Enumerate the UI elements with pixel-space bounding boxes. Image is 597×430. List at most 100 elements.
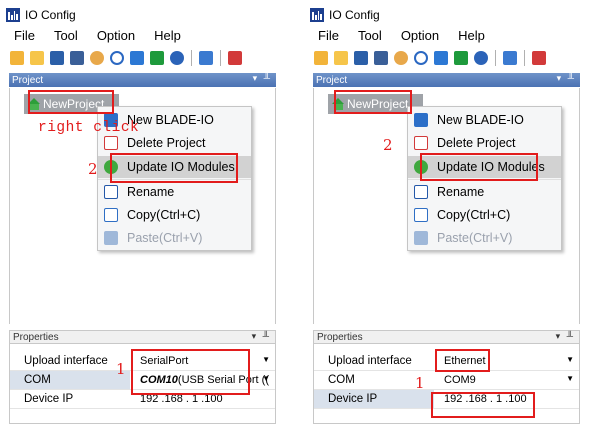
window-title: IO Config [25,8,76,22]
property-row-device-ip: Device IP 192 .168 . 1 .100 [314,390,579,409]
project-node-label: NewProject [347,97,409,111]
panel-pin-icon[interactable]: ▾ ╨ [252,331,271,342]
property-row-upload-interface: Upload interface Ethernet ▼ [314,352,579,371]
settings-icon[interactable] [88,49,106,67]
menu-separator [408,179,561,180]
project-panel-title: Project [12,74,44,86]
menu-option[interactable]: Option [97,28,144,46]
copy-icon [414,208,428,222]
save-as-icon[interactable] [372,49,390,67]
copy-icon [104,208,118,222]
menu-separator [98,179,251,180]
toolbar-separator [191,50,192,66]
trash-icon [104,136,118,150]
app-logo-icon [310,8,324,22]
download-icon[interactable] [432,49,450,67]
project-node-label: NewProject [43,97,105,111]
save-as-icon[interactable] [68,49,86,67]
settings-icon[interactable] [392,49,410,67]
device-ip-field[interactable]: 192 .168 . 1 .100 [130,390,275,408]
refresh-icon [104,160,118,174]
annotation-step-1-right: 1 [415,374,425,392]
folder-icon[interactable] [332,49,350,67]
search-icon[interactable] [412,49,430,67]
menu-item-delete-project[interactable]: Delete Project [408,132,561,154]
trash-icon [414,136,428,150]
panel-pin-icon[interactable]: ▾ ╨ [253,73,272,84]
annotation-right-click: right click [38,120,140,136]
refresh-icon [414,160,428,174]
menu-help[interactable]: Help [154,28,190,46]
menu-item-paste[interactable]: Paste(Ctrl+V) [408,227,561,249]
menu-item-paste[interactable]: Paste(Ctrl+V) [98,227,251,249]
dropdown-arrow-icon[interactable]: ▼ [566,355,574,364]
search-icon[interactable] [108,49,126,67]
menu-tool[interactable]: Tool [358,28,391,46]
menu-option[interactable]: Option [401,28,448,46]
property-row-device-ip: Device IP 192 .168 . 1 .100 [10,390,275,409]
dropdown-arrow-icon[interactable]: ▼ [262,355,270,364]
toolbar-separator [495,50,496,66]
toolbar [8,47,291,69]
toolbar-separator [220,50,221,66]
properties-panel-title: Properties [317,331,363,343]
paste-icon [104,231,118,245]
dropdown-arrow-icon[interactable]: ▼ [566,374,574,383]
property-row-com: COM COM10 (USB Serial Port ((▼ [10,371,275,390]
annotation-step-1-left: 1 [116,360,126,378]
com-port-select[interactable]: COM9 ▼ [434,371,579,389]
upload-interface-select[interactable]: Ethernet ▼ [434,352,579,370]
download-icon[interactable] [128,49,146,67]
record-icon[interactable] [148,49,166,67]
menu-item-rename[interactable]: Rename [408,181,561,203]
delete-icon[interactable] [226,49,244,67]
com-port-select[interactable]: COM10 (USB Serial Port ((▼ [130,371,275,389]
rename-icon [414,185,428,199]
open-project-icon[interactable] [8,49,26,67]
menu-item-update-io-modules[interactable]: Update IO Modules [408,156,561,178]
folder-icon[interactable] [28,49,46,67]
title-bar: IO Config [310,6,593,24]
project-panel-header: Project ▾ ╨ [9,73,276,87]
menu-item-update-io-modules[interactable]: Update IO Modules [98,156,251,178]
menu-item-copy[interactable]: Copy(Ctrl+C) [98,204,251,226]
property-name: Device IP [24,393,74,405]
menu-item-rename[interactable]: Rename [98,181,251,203]
help-icon[interactable] [472,49,490,67]
save-icon[interactable] [352,49,370,67]
menu-tool[interactable]: Tool [54,28,87,46]
rename-icon [104,185,118,199]
dropdown-arrow-icon[interactable]: ▼ [262,374,270,383]
record-icon[interactable] [452,49,470,67]
property-row-upload-interface: Upload interface SerialPort ▼ [10,352,275,371]
annotation-step-2-left: 2 [88,160,98,178]
upload-interface-select[interactable]: SerialPort ▼ [130,352,275,370]
delete-icon[interactable] [530,49,548,67]
menu-file[interactable]: File [318,28,348,46]
title-bar: IO Config [6,6,289,24]
panel-pin-icon[interactable]: ▾ ╨ [557,73,576,84]
save-icon[interactable] [48,49,66,67]
open-project-icon[interactable] [312,49,330,67]
toolbar [312,47,595,69]
properties-grid: Upload interface Ethernet ▼ COM COM9 ▼ Dev… [313,344,580,424]
menu-item-new-blade-io[interactable]: New BLADE-IO [408,109,561,131]
project-house-icon [28,98,41,110]
menu-item-copy[interactable]: Copy(Ctrl+C) [408,204,561,226]
device-ip-field[interactable]: 192 .168 . 1 .100 [434,390,579,408]
menu-file[interactable]: File [14,28,44,46]
grid-icon[interactable] [197,49,215,67]
annotation-step-2-right: 2 [383,136,393,154]
property-row-com: COM COM9 ▼ [314,371,579,390]
panel-pin-icon[interactable]: ▾ ╨ [556,331,575,342]
project-panel-header: Project ▾ ╨ [313,73,580,87]
properties-grid: Upload interface SerialPort ▼ COM COM10 (… [9,344,276,424]
help-icon[interactable] [168,49,186,67]
properties-panel-header: Properties ▾ ╨ [9,330,276,344]
grid-icon[interactable] [501,49,519,67]
property-name: Upload interface [24,355,108,367]
project-context-menu-right: New BLADE-IO Delete Project Update IO Mo… [407,106,562,251]
menu-help[interactable]: Help [458,28,494,46]
property-name: Upload interface [328,355,412,367]
project-house-icon [332,98,345,110]
